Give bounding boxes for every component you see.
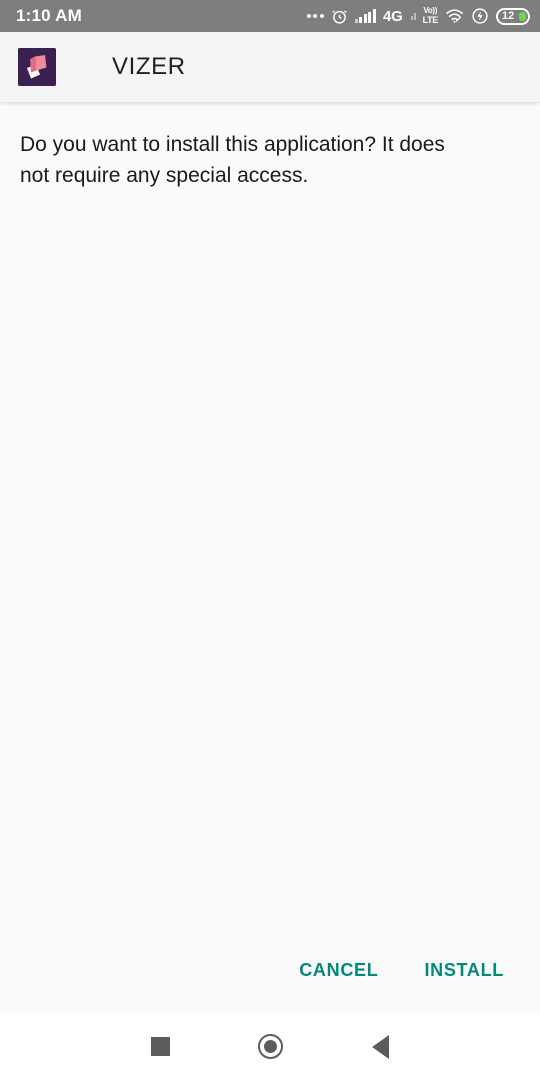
- status-bar: 1:10 AM 4G Vo)) LTE 12: [0, 0, 540, 32]
- signal-bars-icon: [354, 9, 376, 23]
- content-area: Do you want to install this application?…: [0, 103, 540, 1013]
- nav-home-button[interactable]: [215, 1013, 325, 1080]
- battery-icon: 12: [496, 7, 530, 25]
- battery-level-text: 12: [502, 9, 515, 22]
- recents-square-icon: [150, 1037, 170, 1056]
- install-button[interactable]: INSTALL: [410, 950, 518, 991]
- cancel-button[interactable]: CANCEL: [285, 950, 392, 991]
- system-navigation-bar: [0, 1013, 540, 1080]
- home-circle-icon: [257, 1034, 283, 1059]
- status-bar-icon-group: 4G Vo)) LTE 12: [306, 7, 530, 25]
- nav-recents-button[interactable]: [105, 1013, 215, 1080]
- volte-icon: Vo)) LTE: [422, 7, 439, 25]
- wifi-icon: [445, 8, 464, 24]
- install-confirmation-screen: 1:10 AM 4G Vo)) LTE 12 VIZER Do you want…: [0, 0, 540, 1080]
- nav-back-button[interactable]: [325, 1013, 435, 1080]
- alarm-clock-icon: [331, 8, 348, 25]
- back-triangle-icon: [371, 1034, 389, 1059]
- more-dots-icon: [306, 14, 324, 18]
- signal-bars-secondary-icon: [410, 12, 416, 20]
- dialog-action-bar: CANCEL INSTALL: [0, 950, 540, 1013]
- battery-fill: [518, 12, 526, 21]
- volte-bottom-text: LTE: [422, 14, 439, 25]
- vizer-app-icon: [18, 48, 56, 86]
- install-prompt-text: Do you want to install this application?…: [20, 133, 445, 187]
- app-header: VIZER: [0, 32, 540, 103]
- network-type-label: 4G: [382, 7, 403, 25]
- flash-charging-icon: [471, 7, 489, 25]
- page-title: VIZER: [112, 53, 186, 80]
- status-bar-clock: 1:10 AM: [16, 6, 82, 25]
